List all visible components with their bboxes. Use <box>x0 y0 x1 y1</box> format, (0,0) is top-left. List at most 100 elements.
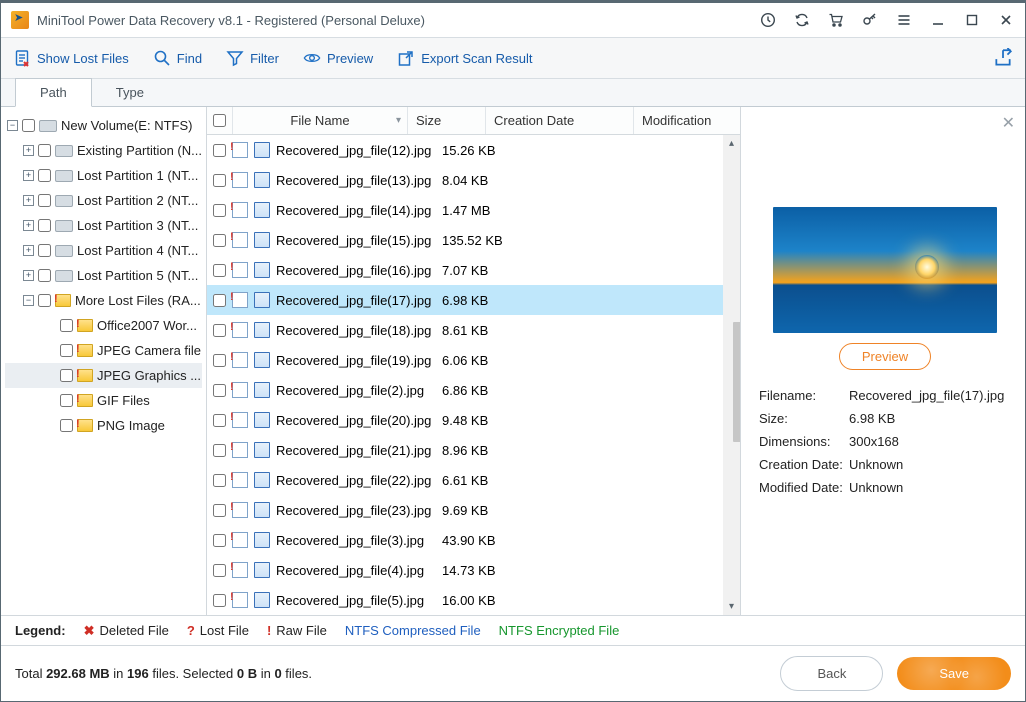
raw-file-icon <box>232 352 248 368</box>
row-checkbox[interactable] <box>213 594 226 607</box>
tree-checkbox[interactable] <box>60 369 73 382</box>
cart-icon[interactable] <box>827 12 845 28</box>
table-row[interactable]: Recovered_jpg_file(5).jpg16.00 KB <box>207 585 740 615</box>
tree-partition[interactable]: +Lost Partition 1 (NT... <box>5 163 202 188</box>
key-icon[interactable] <box>861 12 879 28</box>
maximize-icon[interactable] <box>963 12 981 28</box>
menu-icon[interactable] <box>895 12 913 28</box>
table-row[interactable]: Recovered_jpg_file(15).jpg135.52 KB <box>207 225 740 255</box>
header-creation-date[interactable]: Creation Date <box>486 107 634 134</box>
expand-icon[interactable]: + <box>23 170 34 181</box>
row-checkbox[interactable] <box>213 564 226 577</box>
table-row[interactable]: Recovered_jpg_file(2).jpg6.86 KB <box>207 375 740 405</box>
expand-icon[interactable]: + <box>23 245 34 256</box>
toolbar: Show Lost Files Find Filter Preview Expo… <box>1 37 1025 79</box>
tree-root-checkbox[interactable] <box>22 119 35 132</box>
share-icon[interactable] <box>993 48 1013 68</box>
row-checkbox[interactable] <box>213 204 226 217</box>
tree-checkbox[interactable] <box>60 319 73 332</box>
table-row[interactable]: Recovered_jpg_file(4).jpg14.73 KB <box>207 555 740 585</box>
preview-metadata: Filename: Recovered_jpg_file(17).jpg Siz… <box>759 388 1011 495</box>
table-row[interactable]: Recovered_jpg_file(13).jpg8.04 KB <box>207 165 740 195</box>
table-row[interactable]: Recovered_jpg_file(16).jpg7.07 KB <box>207 255 740 285</box>
export-scan-button[interactable]: Export Scan Result <box>397 49 532 67</box>
table-row[interactable]: Recovered_jpg_file(20).jpg9.48 KB <box>207 405 740 435</box>
tree-partition[interactable]: +Lost Partition 3 (NT... <box>5 213 202 238</box>
tree-checkbox[interactable] <box>38 219 51 232</box>
row-checkbox[interactable] <box>213 414 226 427</box>
header-filename[interactable]: File Name <box>233 107 408 134</box>
collapse-icon[interactable]: − <box>23 295 34 306</box>
header-modification[interactable]: Modification <box>634 107 740 134</box>
table-row[interactable]: Recovered_jpg_file(22).jpg6.61 KB <box>207 465 740 495</box>
expand-icon[interactable]: + <box>23 145 34 156</box>
tab-path[interactable]: Path <box>15 78 92 107</box>
tree-checkbox[interactable] <box>38 294 51 307</box>
tab-type[interactable]: Type <box>92 79 168 106</box>
tree-subfolder[interactable]: JPEG Camera file <box>5 338 202 363</box>
tree-more-lost[interactable]: − More Lost Files (RA... <box>5 288 202 313</box>
tree-subfolder[interactable]: Office2007 Wor... <box>5 313 202 338</box>
preview-button[interactable]: Preview <box>303 49 373 67</box>
table-row[interactable]: Recovered_jpg_file(18).jpg8.61 KB <box>207 315 740 345</box>
history-icon[interactable] <box>759 12 777 28</box>
expand-icon[interactable]: + <box>23 220 34 231</box>
row-checkbox[interactable] <box>213 234 226 247</box>
close-icon[interactable] <box>997 12 1015 28</box>
scroll-thumb[interactable] <box>733 322 741 442</box>
tree-subfolder[interactable]: JPEG Graphics ... <box>5 363 202 388</box>
row-checkbox[interactable] <box>213 504 226 517</box>
eye-icon <box>303 49 321 67</box>
tree-partition[interactable]: +Lost Partition 4 (NT... <box>5 238 202 263</box>
row-checkbox[interactable] <box>213 384 226 397</box>
tree-partition[interactable]: +Existing Partition (N... <box>5 138 202 163</box>
refresh-icon[interactable] <box>793 12 811 28</box>
header-checkbox-col[interactable] <box>207 107 233 134</box>
filter-button[interactable]: Filter <box>226 49 279 67</box>
tree-subfolder[interactable]: GIF Files <box>5 388 202 413</box>
table-row[interactable]: Recovered_jpg_file(17).jpg6.98 KB <box>207 285 740 315</box>
close-preview-icon[interactable]: ✕ <box>1002 113 1015 133</box>
tree-checkbox[interactable] <box>38 269 51 282</box>
row-checkbox[interactable] <box>213 324 226 337</box>
tree-checkbox[interactable] <box>60 419 73 432</box>
row-checkbox[interactable] <box>213 354 226 367</box>
expand-icon[interactable]: + <box>23 195 34 206</box>
tree-partition[interactable]: +Lost Partition 5 (NT... <box>5 263 202 288</box>
minimize-icon[interactable] <box>929 12 947 28</box>
tree-root[interactable]: − New Volume(E: NTFS) <box>5 113 202 138</box>
tree-checkbox[interactable] <box>60 344 73 357</box>
preview-open-button[interactable]: Preview <box>839 343 931 370</box>
table-row[interactable]: Recovered_jpg_file(3).jpg43.90 KB <box>207 525 740 555</box>
expand-icon[interactable]: + <box>23 270 34 281</box>
table-row[interactable]: Recovered_jpg_file(19).jpg6.06 KB <box>207 345 740 375</box>
header-size[interactable]: Size <box>408 107 486 134</box>
row-checkbox[interactable] <box>213 474 226 487</box>
row-checkbox[interactable] <box>213 144 226 157</box>
tree-subfolder[interactable]: PNG Image <box>5 413 202 438</box>
show-lost-files-button[interactable]: Show Lost Files <box>13 49 129 67</box>
row-checkbox[interactable] <box>213 534 226 547</box>
row-checkbox[interactable] <box>213 294 226 307</box>
table-row[interactable]: Recovered_jpg_file(14).jpg1.47 MB <box>207 195 740 225</box>
row-checkbox[interactable] <box>213 174 226 187</box>
tree-partition[interactable]: +Lost Partition 2 (NT... <box>5 188 202 213</box>
tree-checkbox[interactable] <box>38 244 51 257</box>
table-row[interactable]: Recovered_jpg_file(21).jpg8.96 KB <box>207 435 740 465</box>
tree-checkbox[interactable] <box>38 144 51 157</box>
row-checkbox[interactable] <box>213 444 226 457</box>
scroll-up-icon[interactable]: ▴ <box>723 135 740 152</box>
tree-checkbox[interactable] <box>38 169 51 182</box>
row-checkbox[interactable] <box>213 264 226 277</box>
table-row[interactable]: Recovered_jpg_file(12).jpg15.26 KB <box>207 135 740 165</box>
table-row[interactable]: Recovered_jpg_file(23).jpg9.69 KB <box>207 495 740 525</box>
tree-checkbox[interactable] <box>60 394 73 407</box>
vertical-scrollbar[interactable]: ▴ ▾ <box>723 135 740 615</box>
scroll-down-icon[interactable]: ▾ <box>723 598 740 615</box>
collapse-icon[interactable]: − <box>7 120 18 131</box>
save-button[interactable]: Save <box>897 657 1011 690</box>
back-button[interactable]: Back <box>780 656 883 691</box>
select-all-checkbox[interactable] <box>213 114 226 127</box>
find-button[interactable]: Find <box>153 49 202 67</box>
tree-checkbox[interactable] <box>38 194 51 207</box>
